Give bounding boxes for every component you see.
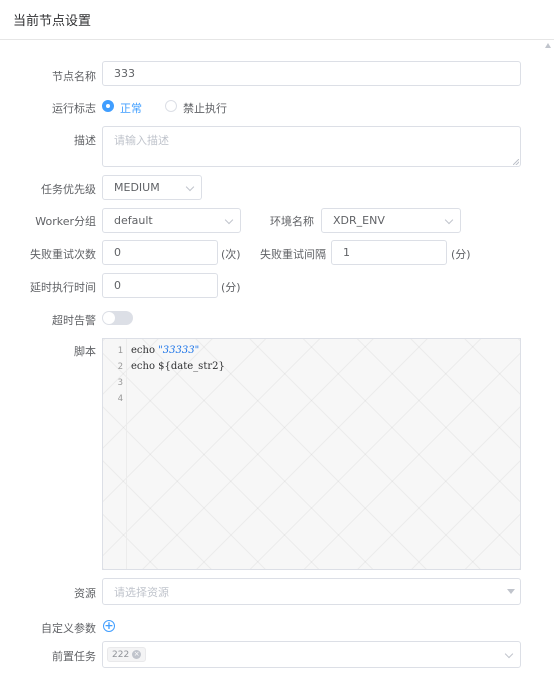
- pre-task-tag: 222 ×: [107, 647, 147, 662]
- delay-time-value: 0: [114, 279, 121, 292]
- environment-label: 环境名称: [270, 215, 314, 228]
- node-name-value: 333: [114, 67, 135, 80]
- editor-gutter: 1 2 3 4: [103, 339, 127, 569]
- retry-interval-label: 失败重试间隔: [260, 248, 326, 261]
- delay-time-unit: (分): [221, 281, 241, 294]
- node-name-input[interactable]: 333: [102, 61, 521, 86]
- line-number: 2: [117, 362, 123, 372]
- retry-times-input[interactable]: 0: [102, 240, 218, 265]
- resource-placeholder: 请选择资源: [114, 585, 169, 599]
- pre-tasks-label: 前置任务: [52, 650, 96, 663]
- pre-tasks-select[interactable]: [102, 641, 521, 668]
- run-flag-label: 运行标志: [52, 102, 96, 115]
- chevron-down-icon: [224, 215, 234, 225]
- pre-task-tag-label: 222: [112, 649, 130, 660]
- worker-group-value: default: [114, 214, 153, 227]
- retry-interval-value: 1: [343, 246, 350, 259]
- priority-value: MEDIUM: [114, 181, 160, 194]
- delay-time-input[interactable]: 0: [102, 273, 218, 298]
- resource-label: 资源: [74, 587, 96, 600]
- delay-time-label: 延时执行时间: [30, 281, 96, 294]
- line-number: 3: [117, 378, 123, 388]
- description-placeholder: 请输入描述: [114, 134, 169, 147]
- plus-circle-icon[interactable]: +: [103, 620, 115, 632]
- node-name-label: 节点名称: [52, 70, 96, 83]
- switch-knob: [103, 312, 115, 324]
- code-line[interactable]: echo "33333": [131, 345, 199, 356]
- chevron-down-icon: [185, 182, 195, 192]
- priority-label: 任务优先级: [41, 183, 96, 196]
- description-label: 描述: [74, 134, 96, 147]
- worker-group-select[interactable]: default: [102, 208, 241, 233]
- resource-select[interactable]: 请选择资源: [102, 578, 521, 605]
- script-label: 脚本: [74, 345, 96, 358]
- code-text: echo: [131, 345, 159, 356]
- environment-value: XDR_ENV: [333, 214, 385, 227]
- run-flag-forbidden-label[interactable]: 禁止执行: [183, 100, 227, 116]
- environment-select[interactable]: XDR_ENV: [321, 208, 461, 233]
- retry-interval-input[interactable]: 1: [331, 240, 447, 265]
- panel-header: 当前节点设置: [0, 0, 554, 40]
- run-flag-forbidden-radio[interactable]: [165, 100, 177, 112]
- line-number: 1: [117, 346, 123, 356]
- retry-times-label: 失败重试次数: [30, 248, 96, 261]
- retry-interval-unit: (分): [451, 248, 471, 261]
- code-line[interactable]: echo ${date_str2}: [131, 361, 225, 372]
- caret-down-icon: [507, 589, 515, 594]
- script-editor[interactable]: 1 2 3 4 echo "33333" echo ${date_str2}: [102, 338, 521, 570]
- timeout-alarm-switch[interactable]: [102, 311, 133, 325]
- close-icon[interactable]: ×: [132, 650, 142, 659]
- retry-times-unit: (次): [221, 248, 241, 261]
- chevron-down-icon: [504, 649, 514, 659]
- resize-handle-icon[interactable]: [513, 159, 519, 165]
- worker-group-label: Worker分组: [35, 215, 96, 228]
- retry-times-value: 0: [114, 246, 121, 259]
- run-flag-normal-label[interactable]: 正常: [120, 100, 142, 116]
- scroll-up-arrow-icon[interactable]: [545, 43, 551, 48]
- priority-select[interactable]: MEDIUM: [102, 175, 202, 200]
- panel-title: 当前节点设置: [13, 14, 92, 29]
- chevron-down-icon: [444, 215, 454, 225]
- custom-params-label: 自定义参数: [41, 622, 96, 635]
- code-text: echo ${date_str2}: [131, 361, 225, 372]
- run-flag-normal-radio[interactable]: [102, 100, 114, 112]
- line-number: 4: [117, 394, 123, 404]
- timeout-alarm-label: 超时告警: [52, 314, 96, 327]
- code-string: "33333": [158, 345, 200, 356]
- description-textarea[interactable]: 请输入描述: [102, 126, 521, 167]
